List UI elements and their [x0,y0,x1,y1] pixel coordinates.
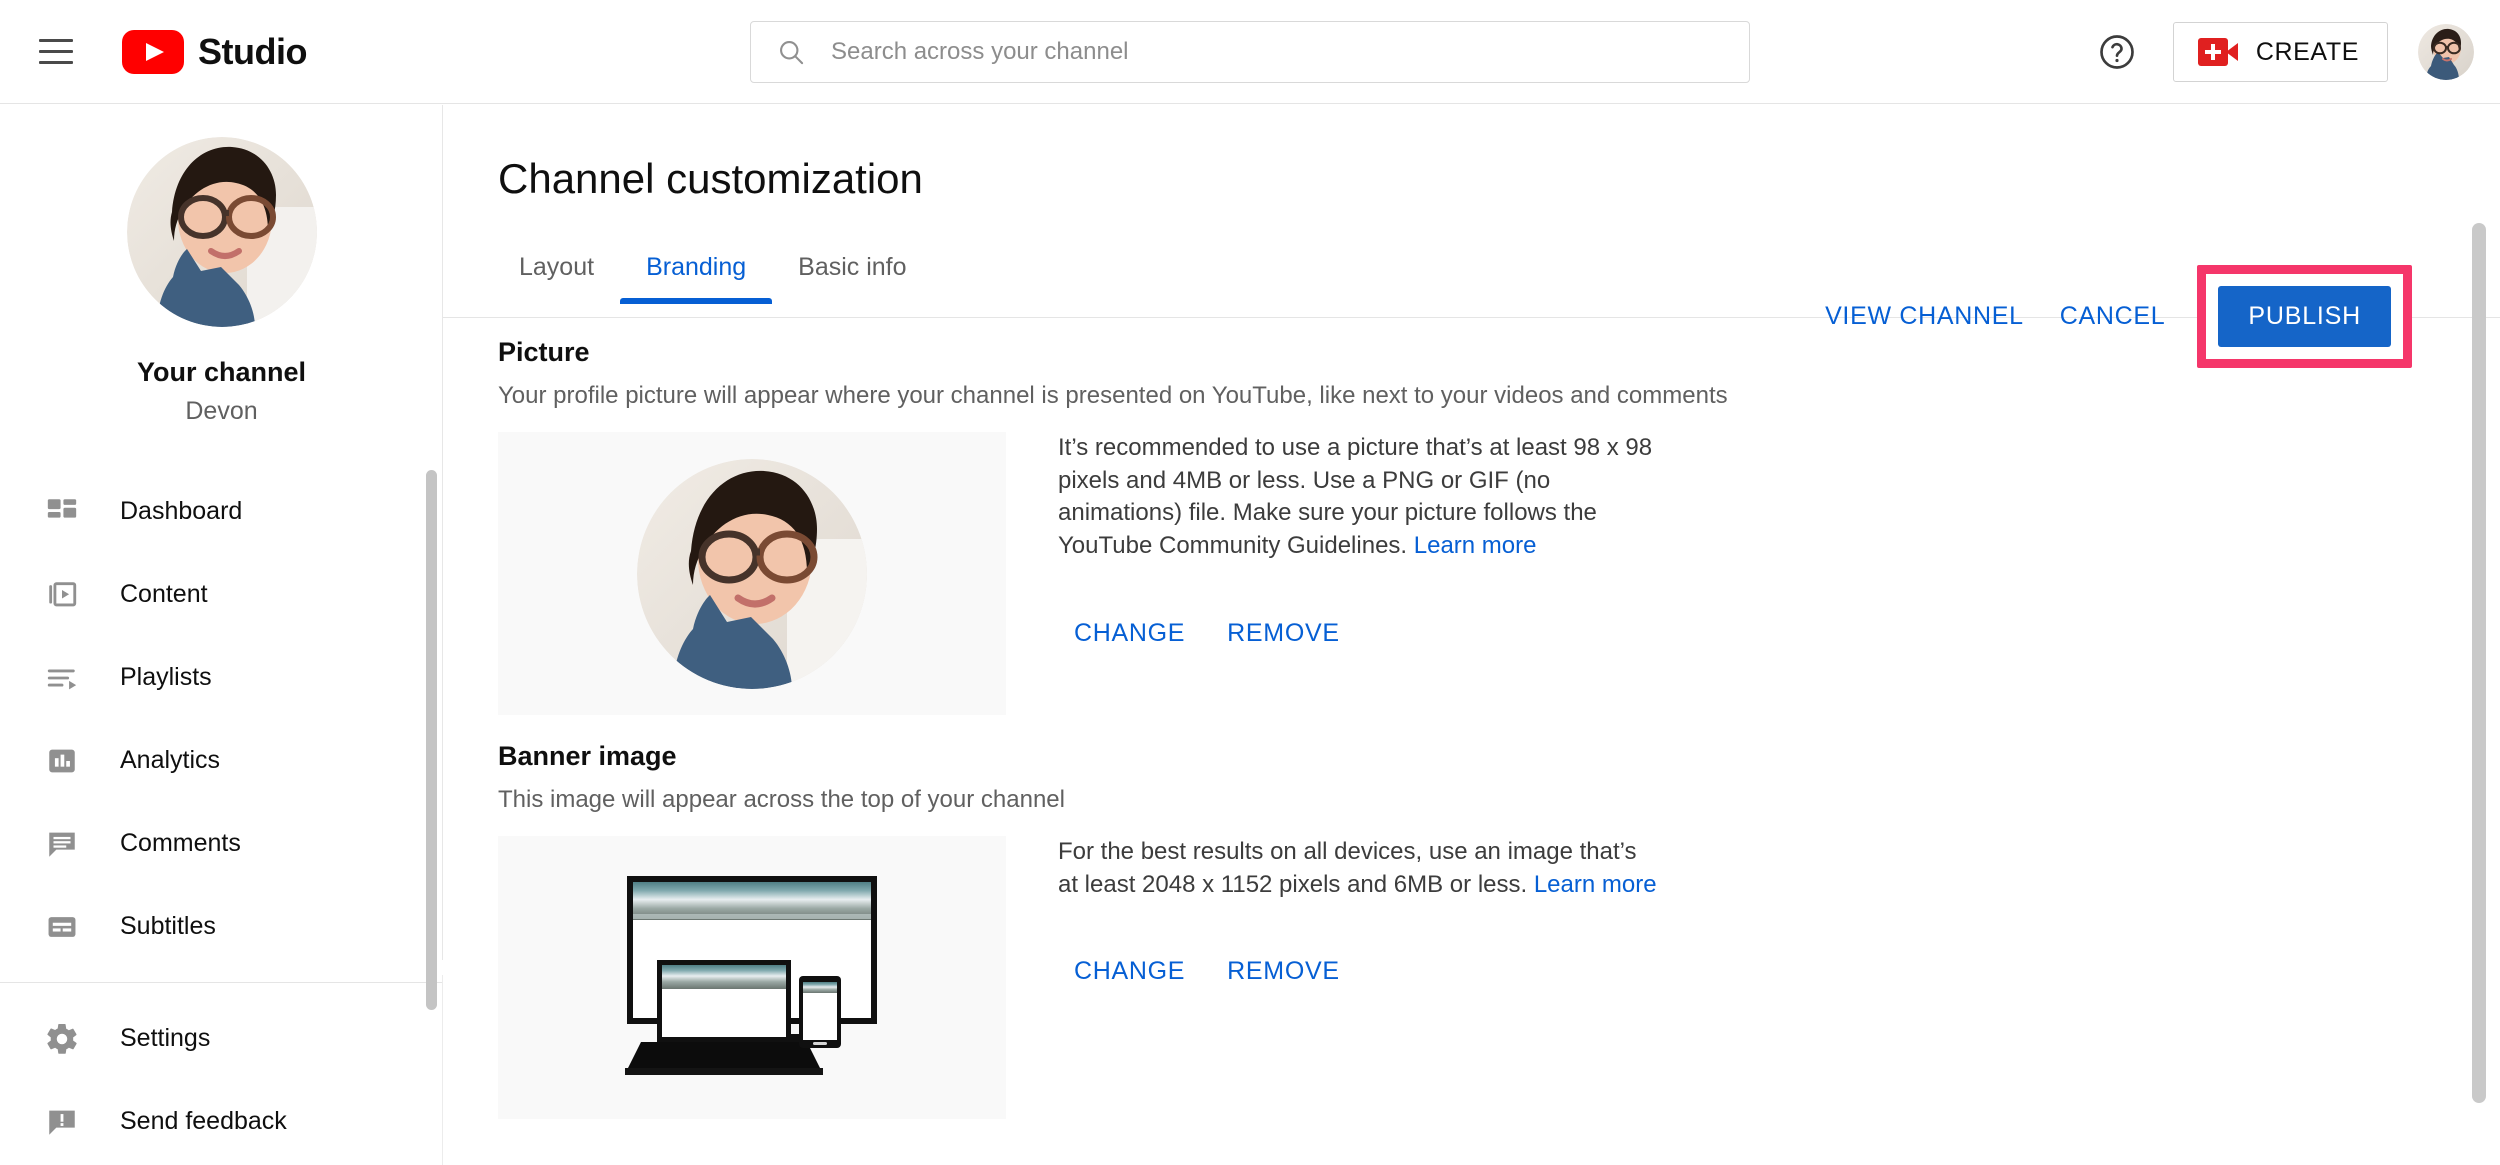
banner-button-row: CHANGE REMOVE [1058,949,1658,994]
account-avatar[interactable] [2418,24,2474,80]
header-right-controls: CREATE [2089,0,2474,104]
sidebar-label: Analytics [120,746,221,774]
video-camera-plus-icon [2197,38,2238,66]
banner-help-text: For the best results on all devices, use… [1058,836,1658,901]
tab-basic-info[interactable]: Basic info [772,253,932,304]
view-channel-button[interactable]: VIEW CHANNEL [1807,288,2042,345]
channel-title: Your channel [136,357,307,387]
page-action-buttons: VIEW CHANNEL CANCEL PUBLISH [1807,265,2412,368]
tab-layout[interactable]: Layout [493,253,620,304]
sidebar-scrollbar-thumb[interactable] [426,470,437,1010]
search-input[interactable] [831,38,1749,66]
hamburger-line [39,39,73,42]
channel-summary: Your channel Devon [0,105,443,426]
picture-section-title: Picture [498,337,590,367]
profile-picture-image [637,458,867,689]
publish-highlight-box: PUBLISH [2197,265,2412,368]
tab-branding[interactable]: Branding [620,253,773,304]
banner-learn-more-link[interactable]: Learn more [1534,871,1657,898]
sidebar-label: Subtitles [120,912,216,940]
feedback-bubble-icon [40,1100,84,1144]
picture-help-text: It’s recommended to use a picture that’s… [1058,432,1658,563]
comment-bubble-icon [40,822,84,866]
banner-remove-button[interactable]: REMOVE [1211,949,1356,994]
picture-remove-button[interactable]: REMOVE [1211,611,1356,656]
sidebar-label: Playlists [120,663,212,691]
banner-section-title: Banner image [498,741,677,771]
banner-devices-preview[interactable] [498,836,1006,1119]
sidebar-item-playlists[interactable]: Playlists [0,636,443,719]
search-icon [777,38,805,66]
cancel-button[interactable]: CANCEL [2042,288,2184,345]
sidebar-divider [0,982,443,983]
picture-button-row: CHANGE REMOVE [1058,611,1658,656]
studio-logo-link[interactable]: Studio [122,29,307,74]
playlist-icon [40,656,84,700]
left-sidebar: Your channel Devon Dashboard Content Pla… [0,105,443,1165]
hamburger-line [39,50,73,53]
youtube-logo-icon [122,29,184,74]
picture-learn-more-link[interactable]: Learn more [1414,532,1537,559]
tab-bar: Layout Branding Basic info [493,253,933,304]
banner-section-description: This image will appear across the top of… [498,786,1065,813]
create-button-label: CREATE [2255,37,2359,66]
sidebar-item-subtitles[interactable]: Subtitles [0,885,443,968]
publish-button[interactable]: PUBLISH [2218,286,2391,347]
channel-name: Devon [185,397,258,425]
sidebar-label: Settings [120,1024,211,1052]
sidebar-item-settings[interactable]: Settings [0,997,443,1080]
picture-help-text-body: It’s recommended to use a picture that’s… [1058,434,1653,559]
subtitles-icon [40,905,84,949]
picture-section: Picture Your profile picture will appear… [498,337,1728,715]
sidebar-navigation: Dashboard Content Playlists Analytics Co… [0,470,443,1163]
bar-chart-icon [40,739,84,783]
channel-avatar[interactable] [126,137,317,327]
main-scrollbar-thumb[interactable] [2472,223,2486,1103]
sidebar-item-send-feedback[interactable]: Send feedback [0,1080,443,1163]
banner-preview-image [625,875,877,1075]
hamburger-line [39,61,73,64]
hamburger-menu-icon[interactable] [36,32,76,72]
sidebar-label: Content [120,580,208,608]
sidebar-label: Comments [120,829,241,857]
banner-section: Banner image This image will appear acro… [498,741,1658,1119]
create-button[interactable]: CREATE [2172,22,2388,82]
picture-section-description: Your profile picture will appear where y… [498,382,1728,409]
help-circle-icon[interactable] [2089,24,2145,80]
page-title: Channel customization [498,155,923,202]
sidebar-item-dashboard[interactable]: Dashboard [0,470,443,553]
banner-change-button[interactable]: CHANGE [1058,949,1201,994]
search-bar[interactable] [750,21,1750,83]
video-stack-icon [40,573,84,617]
banner-info-column: For the best results on all devices, use… [1058,836,1658,994]
picture-info-column: It’s recommended to use a picture that’s… [1058,432,1658,656]
dashboard-grid-icon [40,490,84,534]
sidebar-item-analytics[interactable]: Analytics [0,719,443,802]
top-header-bar: Studio CREATE [0,0,2500,104]
sidebar-label: Send feedback [120,1107,287,1135]
sidebar-item-content[interactable]: Content [0,553,443,636]
main-content: Channel customization Layout Branding Ba… [443,105,2500,1165]
gear-icon [40,1017,84,1061]
sidebar-item-comments[interactable]: Comments [0,802,443,885]
brand-label: Studio [198,30,307,72]
picture-change-button[interactable]: CHANGE [1058,611,1201,656]
sidebar-label: Dashboard [120,497,243,525]
profile-picture-preview[interactable] [498,432,1006,715]
